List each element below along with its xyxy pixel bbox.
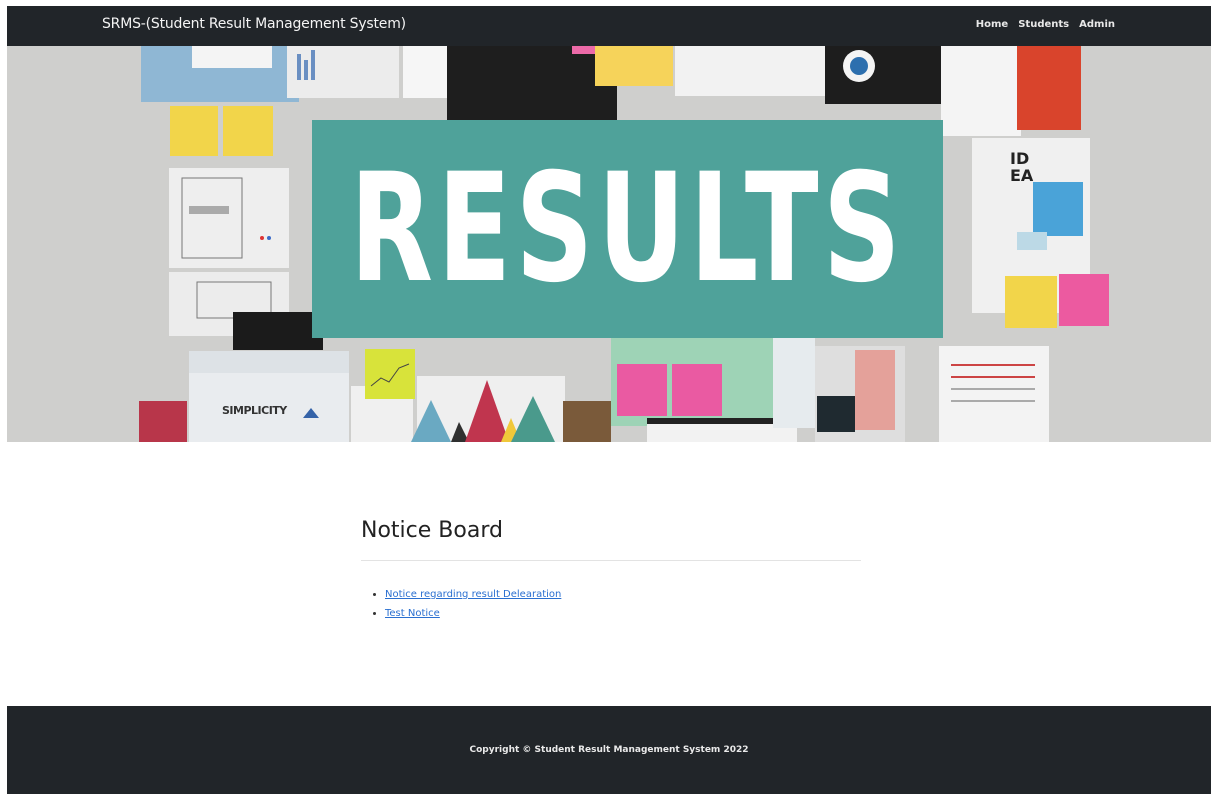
results-text: RESULTS	[349, 142, 906, 316]
navbar: SRMS-(Student Result Management System) …	[7, 6, 1211, 46]
bar-mini	[311, 50, 315, 80]
paper-white	[192, 46, 272, 68]
note-yellow	[170, 106, 218, 156]
paper-doc	[675, 46, 835, 96]
nav-links: Home Students Admin	[976, 19, 1115, 30]
paper-black	[447, 46, 617, 120]
notice-link[interactable]: Notice regarding result Delearation	[385, 589, 561, 600]
paper-red	[139, 401, 187, 442]
nav-link-home[interactable]: Home	[976, 19, 1008, 30]
note-yellow	[595, 46, 673, 86]
doc-line	[951, 388, 1035, 390]
note-lightblue	[1017, 232, 1047, 250]
sign-card-top	[189, 351, 349, 373]
paper-black	[233, 312, 323, 350]
paper-doc	[773, 338, 815, 428]
doc-line	[951, 400, 1035, 402]
dot	[267, 236, 271, 240]
note-yellow	[223, 106, 273, 156]
paper-brown	[563, 401, 611, 442]
dot	[260, 236, 264, 240]
note-yellow	[1005, 276, 1057, 328]
list-item: Notice regarding result Delearation	[385, 585, 861, 604]
notice-board-title: Notice Board	[361, 518, 503, 543]
list-item: Test Notice	[385, 604, 861, 623]
simplicity-sign: SIMPLICITY	[222, 404, 287, 417]
idea-text: ID EA	[1010, 149, 1034, 185]
paper-chart	[287, 46, 399, 98]
paper-red	[1017, 46, 1081, 130]
paper-black	[817, 396, 855, 432]
wireframe-bar	[189, 206, 229, 214]
notice-board: Notice Board Notice regarding result Del…	[361, 518, 861, 623]
bar-mini	[304, 60, 308, 80]
note-pink	[617, 364, 667, 416]
navbar-brand[interactable]: SRMS-(Student Result Management System)	[102, 16, 406, 32]
paper-doc	[939, 346, 1049, 442]
page: SRMS-(Student Result Management System) …	[0, 0, 1211, 794]
note-blue	[1033, 182, 1083, 236]
results-banner: RESULTS	[312, 120, 943, 338]
circle-target-inner	[850, 57, 868, 75]
notice-list: Notice regarding result Delearation Test…	[361, 585, 861, 623]
paper-black	[825, 46, 941, 104]
paper-wireframe	[169, 168, 289, 268]
notice-link[interactable]: Test Notice	[385, 608, 440, 619]
footer-copyright: Copyright © Student Result Management Sy…	[469, 745, 749, 755]
nav-link-admin[interactable]: Admin	[1079, 19, 1115, 30]
note-pink	[672, 364, 722, 416]
note-lime	[365, 349, 415, 399]
hero-image: RESULTS SIMPLICITY ID EA	[7, 46, 1211, 442]
bar-mini	[297, 54, 301, 80]
paper-salmon	[855, 350, 895, 430]
paper-doc	[941, 46, 1021, 136]
notice-divider	[361, 560, 861, 561]
doc-line	[951, 376, 1035, 378]
note-pink	[1059, 274, 1109, 326]
doc-line	[951, 364, 1035, 366]
footer: Copyright © Student Result Management Sy…	[7, 706, 1211, 794]
nav-link-students[interactable]: Students	[1018, 19, 1069, 30]
